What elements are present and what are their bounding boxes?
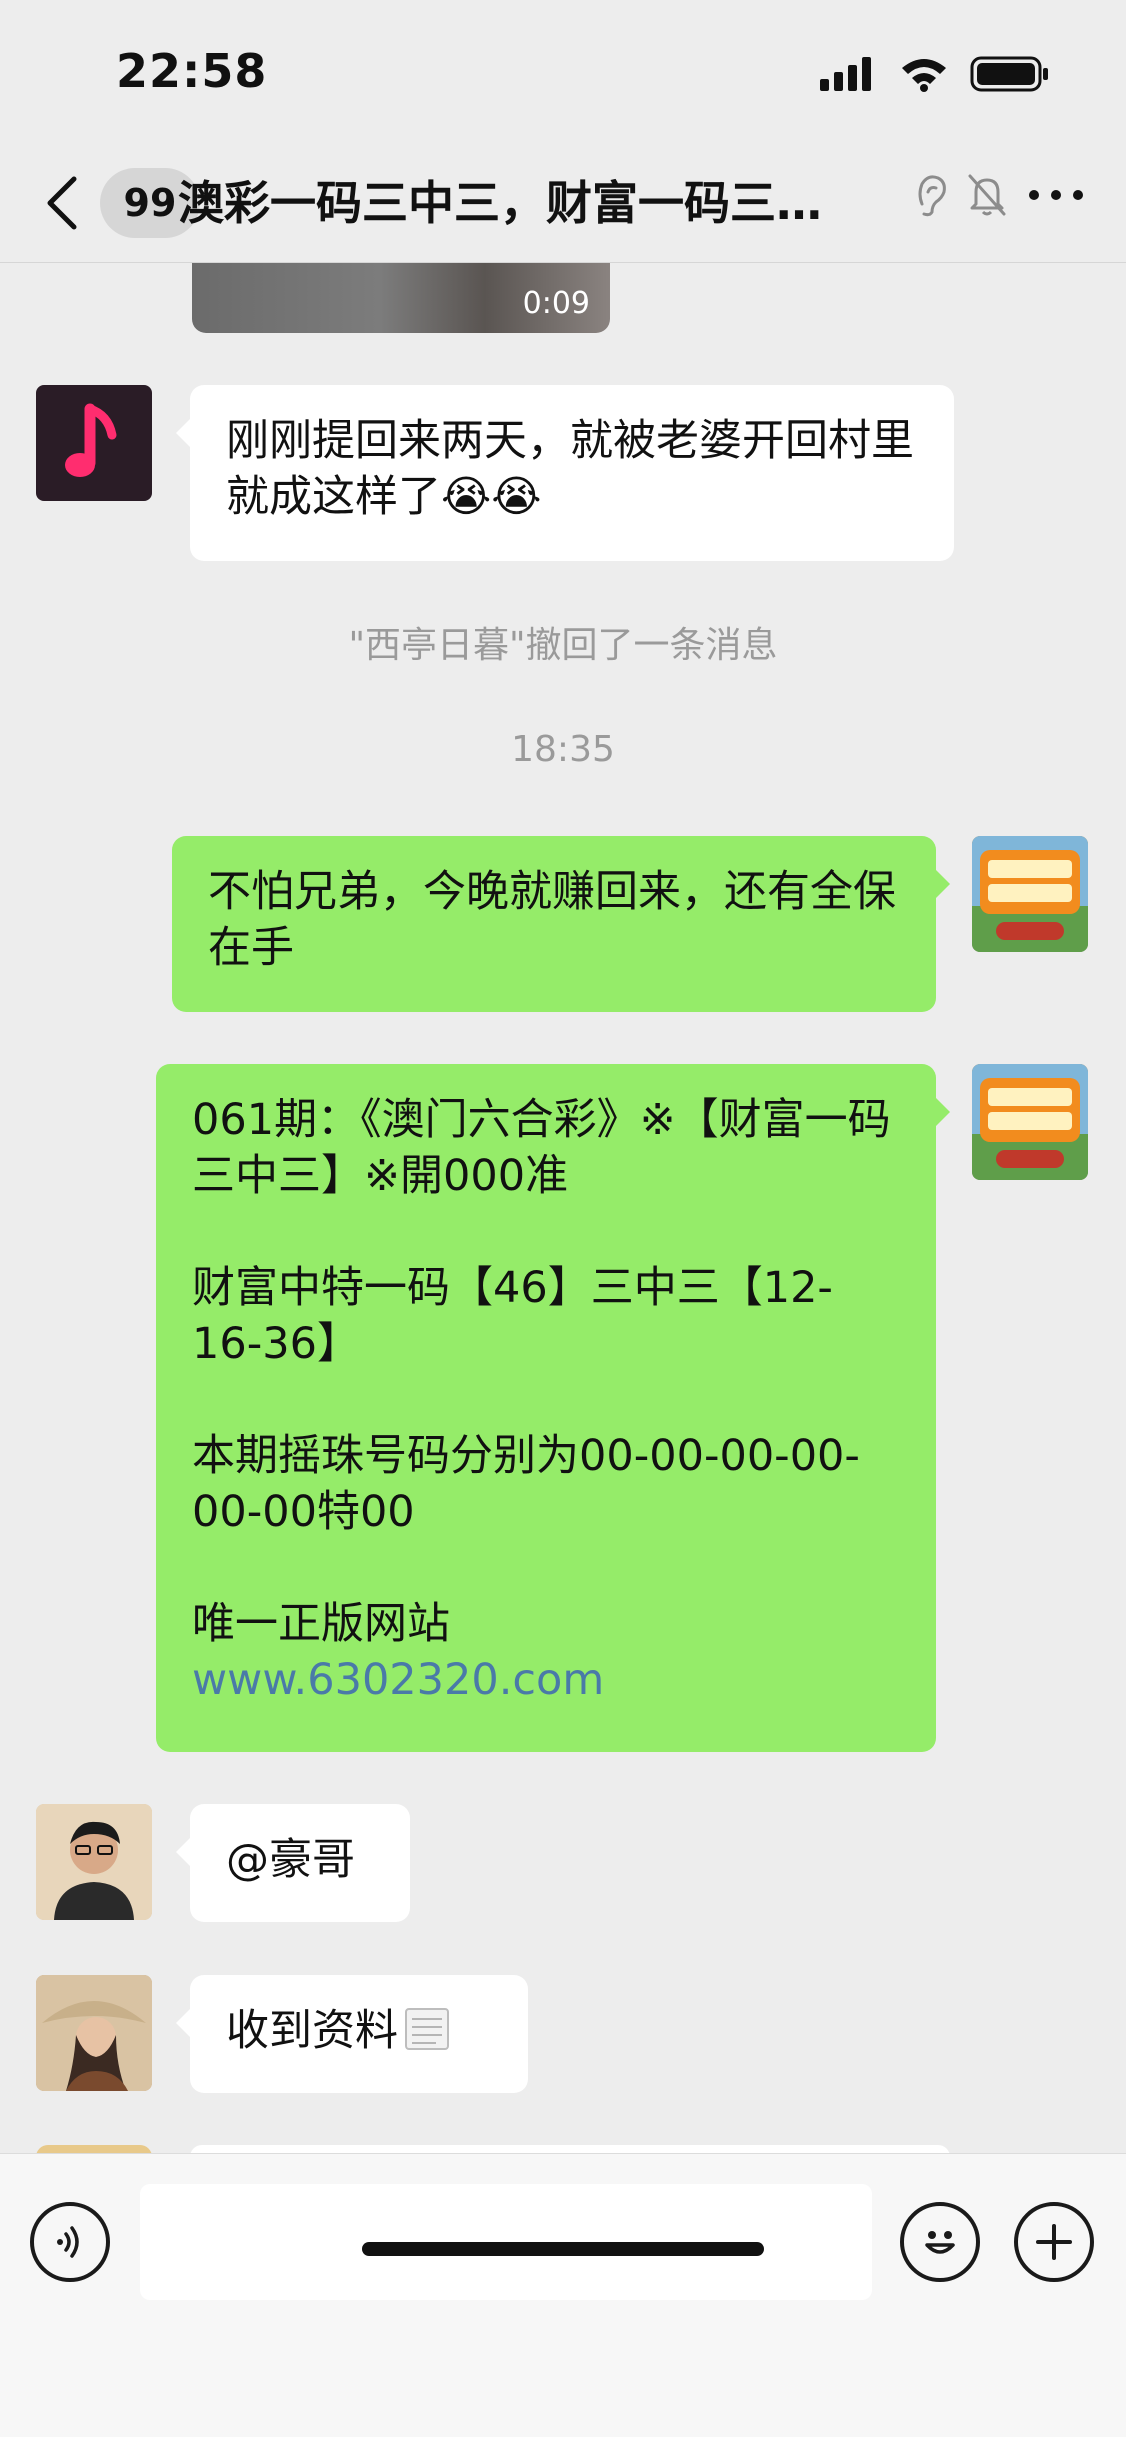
bell-off-icon[interactable] [966, 172, 1008, 218]
music-note-icon [65, 403, 117, 477]
add-button[interactable] [1014, 2202, 1094, 2282]
avatar-image-icon [972, 836, 1088, 952]
ear-icon[interactable] [914, 172, 948, 218]
message-bubble[interactable]: 收到资料 [176, 1975, 528, 2093]
emoji-button[interactable] [900, 2202, 980, 2282]
message-bubble[interactable]: 刚刚提回来两天，就被老婆开回村里就成这样了😭😭 [176, 385, 954, 561]
video-duration: 0:09 [522, 286, 590, 321]
header-actions [914, 172, 1086, 218]
message-text: 收到资料 [226, 2006, 398, 2056]
website-link[interactable]: www.6302320.com [192, 1655, 604, 1705]
avatar[interactable] [36, 1975, 152, 2091]
status-time: 22:58 [116, 44, 268, 98]
message-line: 唯一正版网站 [192, 1599, 450, 1649]
message-bubble[interactable] [190, 2145, 950, 2153]
scroll-icon [405, 2008, 449, 2050]
status-bar: 22:58 [0, 0, 1126, 150]
message-bubble[interactable]: @豪哥 [176, 1804, 410, 1922]
battery-icon [970, 56, 1048, 92]
my-avatar[interactable] [972, 836, 1088, 952]
input-bar [0, 2153, 1126, 2437]
plus-icon [1036, 2224, 1072, 2260]
my-avatar[interactable] [972, 1064, 1088, 1180]
back-button[interactable] [44, 168, 88, 238]
message-line: 本期摇珠号码分别为00-00-00-00-00-00特00 [192, 1431, 860, 1537]
avatar[interactable] [36, 385, 152, 501]
voice-icon [57, 2226, 79, 2258]
chevron-left-icon [47, 176, 77, 230]
chat-title[interactable]: 澳彩一码三中三，财富一码三… [178, 168, 898, 238]
message-bubble[interactable]: 不怕兄弟，今晚就赚回来，还有全保在手 [172, 836, 950, 1012]
recall-notice: "西亭日暮"撤回了一条消息 [348, 625, 778, 666]
wifi-icon [902, 59, 946, 92]
message-list[interactable]: 0:09 刚刚提回来两天，就被老婆开回村里就成这样了😭😭 "西亭日暮"撤回了一条… [0, 263, 1126, 2153]
status-icons [820, 56, 1050, 92]
avatar-image-icon [972, 1064, 1088, 1180]
voice-button[interactable] [30, 2202, 110, 2282]
video-message-thumbnail[interactable]: 0:09 [192, 263, 610, 333]
home-indicator[interactable] [362, 2242, 764, 2256]
avatar[interactable] [36, 2145, 152, 2153]
message-line: 财富中特一码【46】三中三【12-16-36】 [192, 1263, 833, 1369]
timestamp: 18:35 [511, 729, 615, 770]
message-line: 061期：《澳门六合彩》※【财富一码三中三】※開000准 [192, 1095, 891, 1201]
chat-header: 99 澳彩一码三中三，财富一码三… [0, 150, 1126, 263]
cellular-signal-icon [820, 57, 871, 91]
smiley-icon [925, 2231, 955, 2254]
more-dots-icon[interactable] [1026, 185, 1086, 205]
message-bubble[interactable]: 061期：《澳门六合彩》※【财富一码三中三】※開000准 财富中特一码【46】三… [156, 1064, 950, 1752]
avatar[interactable] [36, 1804, 152, 1920]
person-photo-icon [36, 1804, 152, 1920]
person-photo-icon [36, 1975, 152, 2091]
